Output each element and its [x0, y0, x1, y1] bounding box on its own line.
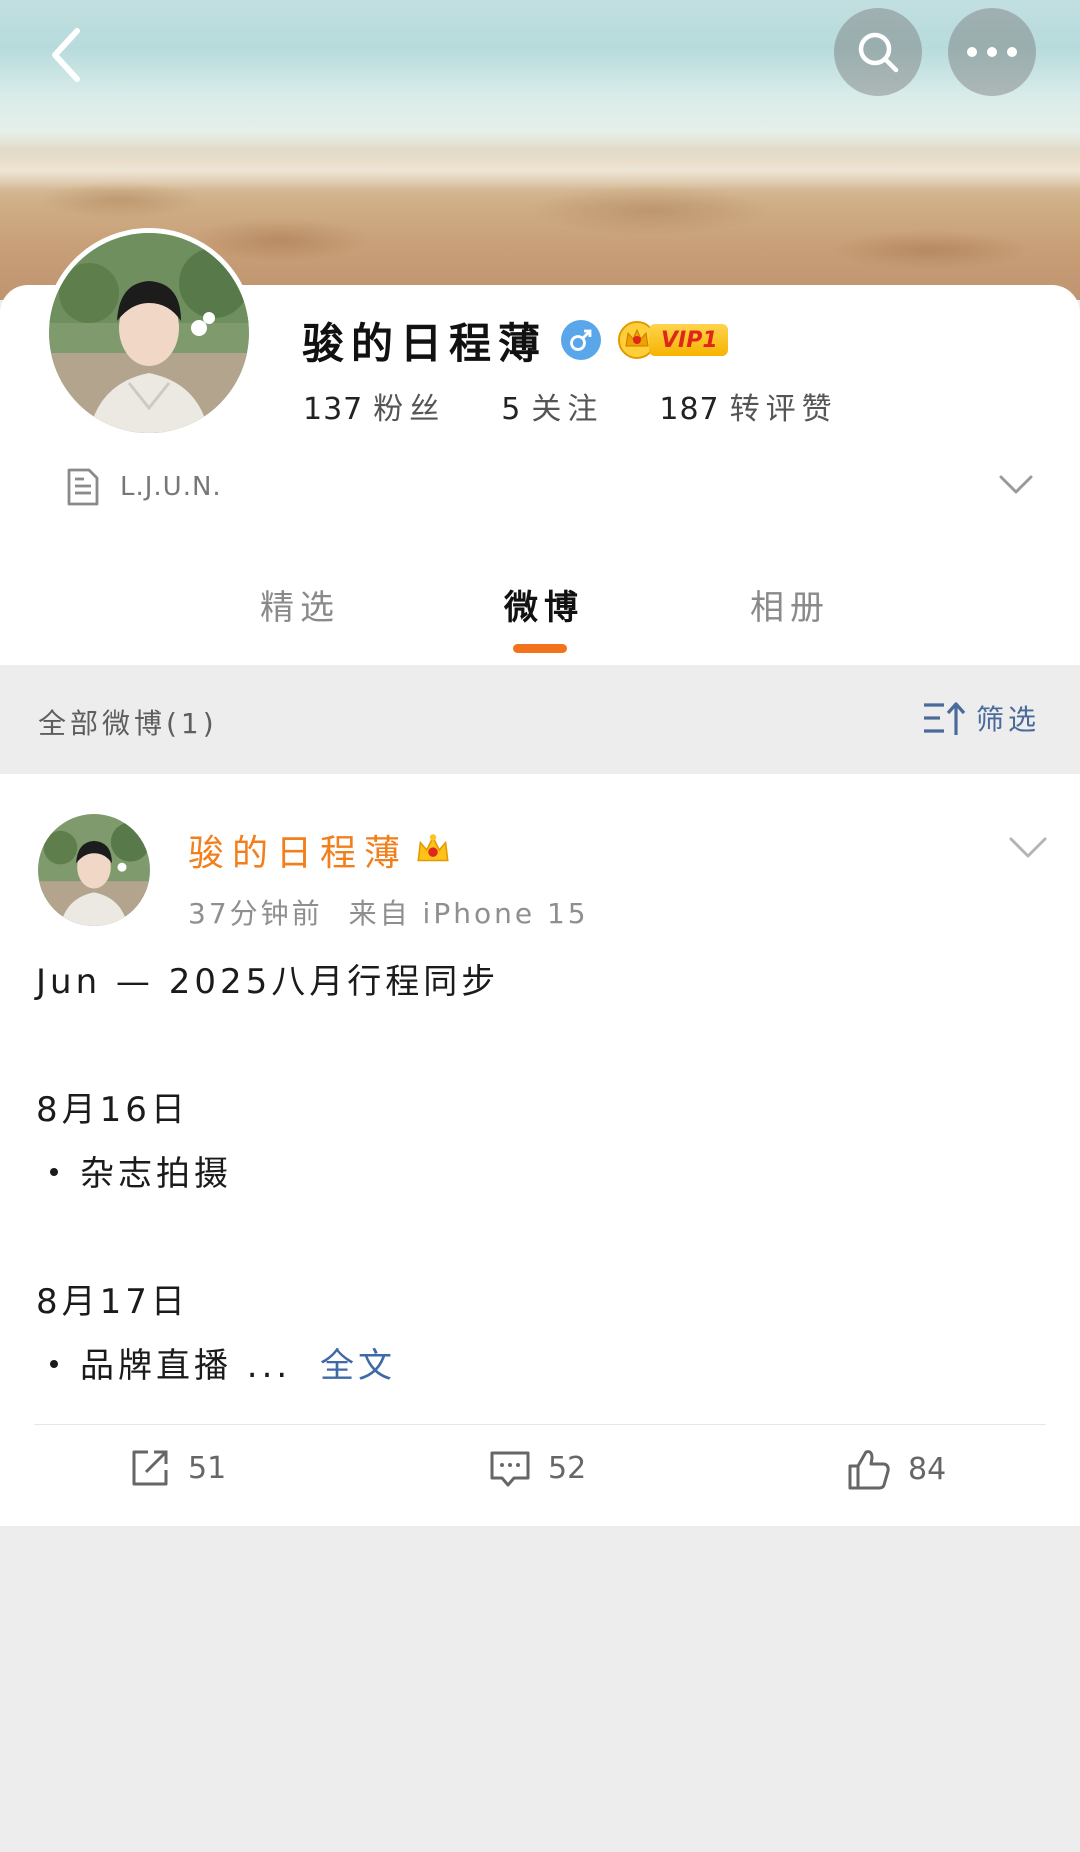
banner-wave — [0, 150, 1080, 190]
crown-icon — [417, 834, 449, 862]
stat-label: 关注 — [531, 392, 604, 427]
repost-icon — [132, 1450, 168, 1486]
post-time: 37分钟前 — [188, 897, 323, 930]
filter-label: 筛选 — [976, 703, 1041, 736]
profile-name: 骏的日程薄 — [302, 318, 548, 368]
post-source: 来自 iPhone 15 — [348, 897, 589, 930]
filter-button[interactable]: 筛选 — [922, 698, 1040, 738]
comment-button[interactable]: 52 — [488, 1446, 586, 1490]
chevron-down-icon — [999, 475, 1033, 494]
more-dots-icon — [967, 47, 1017, 57]
stat-followers[interactable]: 137 粉丝 — [303, 384, 445, 428]
post-line-item: 品牌直播 ... 全文 — [36, 1338, 396, 1387]
profile-name-row: 骏的日程薄 VIP1 — [302, 312, 728, 368]
post-meta: 37分钟前 来自 iPhone 15 — [188, 892, 589, 932]
divider — [34, 1424, 1046, 1425]
post-line-date: 8月16日 — [36, 1090, 189, 1130]
more-button[interactable] — [948, 8, 1036, 96]
stat-label: 转评赞 — [729, 392, 838, 427]
read-more-link[interactable]: 全文 — [320, 1346, 396, 1386]
comment-icon — [490, 1451, 530, 1487]
post-author-name[interactable]: 骏的日程薄 — [188, 824, 408, 876]
chevron-left-icon — [52, 28, 80, 82]
post-item-text: 杂志拍摄 — [80, 1154, 232, 1194]
post-actions: 51 52 84 — [0, 1446, 1080, 1516]
bullet-dot — [50, 1359, 58, 1368]
bio-text: L.J.U.N. — [120, 472, 222, 502]
stat-label: 粉丝 — [373, 392, 446, 427]
bullet-dot — [50, 1167, 58, 1176]
search-button[interactable] — [834, 8, 922, 96]
all-posts-label: 全部微博(1) — [38, 707, 218, 740]
post-menu-button[interactable] — [1008, 836, 1048, 864]
thumbs-up-icon — [848, 1450, 890, 1490]
post-card[interactable]: 骏的日程薄 37分钟前 来自 iPhone 15 Jun — 2025八月行程同… — [0, 774, 1080, 1526]
male-icon — [561, 320, 602, 360]
post-avatar[interactable] — [38, 814, 150, 926]
post-line-item: 杂志拍摄 — [36, 1146, 232, 1195]
document-icon — [67, 468, 99, 506]
like-count: 84 — [908, 1451, 947, 1487]
post-line-title: Jun — 2025八月行程同步 — [36, 962, 500, 1002]
avatar-image — [38, 814, 150, 926]
expand-bio-button[interactable] — [998, 474, 1034, 500]
avatar[interactable] — [44, 228, 254, 438]
chevron-down-icon — [1009, 837, 1047, 858]
tab-featured[interactable]: 精选 — [260, 580, 340, 629]
post-item-text: 品牌直播 ... — [80, 1346, 292, 1386]
post-line-date: 8月17日 — [36, 1282, 189, 1322]
comment-count: 52 — [548, 1450, 587, 1486]
back-button[interactable] — [30, 20, 100, 90]
avatar-image — [49, 233, 249, 433]
filter-icon — [924, 702, 966, 735]
stat-number: 5 — [501, 392, 522, 427]
stat-following[interactable]: 5 关注 — [501, 384, 603, 428]
bio-row[interactable]: L.J.U.N. — [62, 466, 222, 508]
filter-bar: 全部微博(1) 筛选 — [0, 666, 1080, 774]
like-button[interactable]: 84 — [846, 1446, 946, 1492]
tab-album[interactable]: 相册 — [750, 580, 830, 629]
post-author-row: 骏的日程薄 — [188, 824, 454, 876]
repost-count: 51 — [188, 1450, 227, 1486]
repost-button[interactable]: 51 — [128, 1446, 226, 1490]
search-icon — [858, 32, 899, 73]
stat-number: 187 — [659, 392, 720, 427]
vip-badge[interactable]: VIP1 — [617, 320, 728, 360]
tab-weibo[interactable]: 微博 — [504, 580, 584, 629]
stat-interactions[interactable]: 187 转评赞 — [659, 384, 837, 428]
tab-indicator — [513, 644, 567, 653]
profile-stats: 137 粉丝 5 关注 187 转评赞 — [303, 384, 894, 428]
stat-number: 137 — [303, 392, 364, 427]
vip-label: VIP1 — [649, 324, 728, 356]
